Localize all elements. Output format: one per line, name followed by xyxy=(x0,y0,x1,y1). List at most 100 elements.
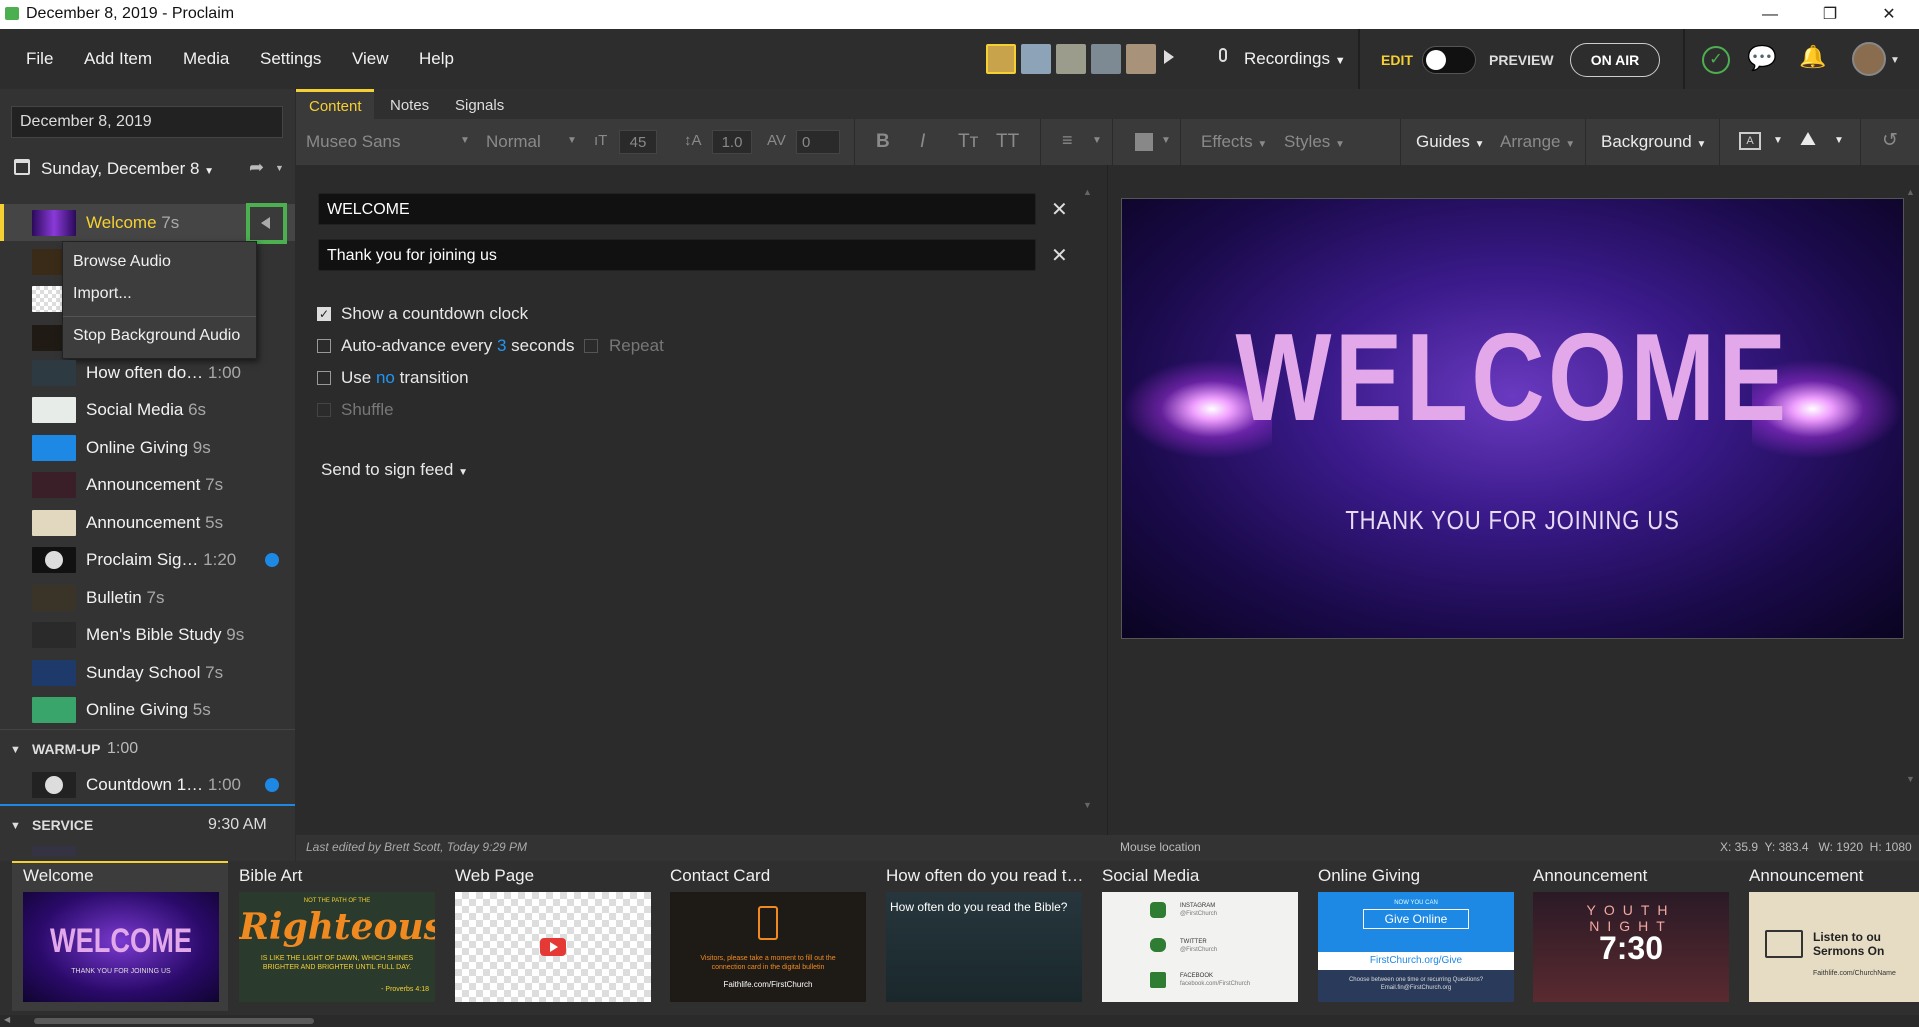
background-dropdown[interactable]: Background ▼ xyxy=(1601,132,1706,152)
scroll-left-icon[interactable]: ◀ xyxy=(4,1015,10,1024)
recordings-dropdown[interactable]: Recordings ▼ xyxy=(1244,49,1346,69)
caret-down-icon[interactable]: ▼ xyxy=(1890,55,1900,66)
presenter-avatar[interactable] xyxy=(986,44,1016,74)
transition-type-link[interactable]: no xyxy=(376,368,395,387)
font-family-select[interactable]: Museo Sans xyxy=(306,132,401,152)
shuffle-checkbox[interactable] xyxy=(317,403,331,417)
repeat-checkbox[interactable] xyxy=(584,339,598,353)
send-to-sign-feed-dropdown[interactable]: Send to sign feed ▼ xyxy=(321,460,468,480)
list-item[interactable]: Online Giving 9s xyxy=(0,429,295,466)
user-avatar[interactable] xyxy=(1852,42,1886,76)
filmstrip-thumb[interactable] xyxy=(455,892,651,1002)
on-air-button[interactable]: ON AIR xyxy=(1570,43,1660,77)
date-input[interactable]: December 8, 2019 xyxy=(11,106,283,138)
all-caps-button[interactable]: TT xyxy=(996,131,1019,153)
filmstrip-thumb[interactable]: Listen to ou Sermons On Faithlife.com/Ch… xyxy=(1749,892,1919,1002)
scroll-up-icon[interactable]: ▲ xyxy=(1083,187,1092,197)
list-item[interactable]: Bulletin 7s xyxy=(0,579,295,616)
slide-preview-canvas[interactable]: WELCOME THANK YOU FOR JOINING US xyxy=(1121,198,1904,639)
scroll-down-icon[interactable]: ▼ xyxy=(1083,800,1092,810)
menu-settings[interactable]: Settings xyxy=(260,49,321,69)
presenter-avatar[interactable] xyxy=(1091,44,1121,74)
chat-icon[interactable]: 💬 xyxy=(1747,44,1777,73)
list-item[interactable]: Countdown 1… 1:00 xyxy=(0,766,295,803)
presenter-avatar[interactable] xyxy=(1021,44,1051,74)
small-caps-button[interactable]: Tт xyxy=(958,131,978,153)
list-item[interactable]: Proclaim Sig… 1:20 xyxy=(0,541,295,578)
menu-add-item[interactable]: Add Item xyxy=(84,49,152,69)
auto-advance-seconds-link[interactable]: 3 xyxy=(497,336,506,355)
caret-down-icon[interactable]: ▼ xyxy=(1773,135,1783,146)
filmstrip-thumb[interactable]: NOW YOU CAN Give Online FirstChurch.org/… xyxy=(1318,892,1514,1002)
tab-signals[interactable]: Signals xyxy=(455,97,504,114)
caret-down-icon[interactable]: ▼ xyxy=(275,163,284,173)
section-service[interactable]: SERVICE xyxy=(32,817,93,833)
filmstrip-thumb[interactable]: Visitors, please take a moment to fill o… xyxy=(670,892,866,1002)
countdown-checkbox[interactable]: ✓ xyxy=(317,307,331,321)
service-date-dropdown[interactable]: Sunday, December 8 ▼ xyxy=(41,159,214,179)
color-swatch[interactable] xyxy=(1135,133,1153,151)
scrollbar-thumb[interactable] xyxy=(34,1018,314,1024)
play-icon[interactable] xyxy=(1164,50,1174,64)
audio-button[interactable] xyxy=(246,203,287,244)
text-box-icon[interactable]: A xyxy=(1739,132,1761,150)
collapse-icon[interactable]: ▼ xyxy=(10,820,21,832)
menu-item-browse-audio[interactable]: Browse Audio xyxy=(73,253,171,271)
auto-advance-checkbox[interactable] xyxy=(317,339,331,353)
bell-icon[interactable]: 🔔 xyxy=(1799,44,1826,70)
font-weight-select[interactable]: Normal xyxy=(486,132,541,152)
menu-media[interactable]: Media xyxy=(183,49,229,69)
tab-content[interactable]: Content xyxy=(296,89,374,119)
thumb-subtitle: THANK YOU FOR JOINING US xyxy=(71,968,171,975)
filmstrip-scrollbar[interactable]: ◀ xyxy=(0,1015,1919,1027)
minimize-button[interactable]: — xyxy=(1740,0,1800,29)
list-item[interactable]: Social Media 6s xyxy=(0,391,295,428)
list-item[interactable]: Announcement 7s xyxy=(0,466,295,503)
letter-spacing-input[interactable]: 0 xyxy=(796,130,840,154)
arrange-dropdown[interactable]: Arrange ▼ xyxy=(1500,132,1575,152)
menu-help[interactable]: Help xyxy=(419,49,454,69)
caret-down-icon[interactable]: ▼ xyxy=(1834,135,1844,146)
presenter-avatar[interactable] xyxy=(1126,44,1156,74)
menu-file[interactable]: File xyxy=(26,49,53,69)
transition-checkbox[interactable] xyxy=(317,371,331,385)
list-item[interactable]: Announcement 5s xyxy=(0,504,295,541)
bold-button[interactable]: B xyxy=(876,131,890,153)
edit-preview-toggle[interactable] xyxy=(1422,46,1476,74)
text-line-1-input[interactable]: WELCOME xyxy=(318,193,1036,225)
menu-item-import[interactable]: Import... xyxy=(73,285,132,303)
clear-line-1-icon[interactable]: ✕ xyxy=(1051,197,1068,222)
scroll-down-icon[interactable]: ▼ xyxy=(1906,774,1915,784)
menu-view[interactable]: View xyxy=(352,49,389,69)
scroll-up-icon[interactable]: ▲ xyxy=(1906,187,1915,197)
font-size-input[interactable]: 45 xyxy=(619,130,657,154)
filmstrip-thumb[interactable]: How often do you read the Bible? xyxy=(886,892,1082,1002)
line-height-input[interactable]: 1.0 xyxy=(712,130,752,154)
restore-button[interactable]: ❐ xyxy=(1800,0,1860,29)
filmstrip-thumb[interactable]: NOT THE PATH OF THE Righteous IS LIKE TH… xyxy=(239,892,435,1002)
check-circle-icon[interactable]: ✓ xyxy=(1702,46,1730,74)
menu-item-stop-background-audio[interactable]: Stop Background Audio xyxy=(73,327,240,345)
text-line-2-input[interactable]: Thank you for joining us xyxy=(318,239,1036,271)
clear-line-2-icon[interactable]: ✕ xyxy=(1051,243,1068,268)
effects-dropdown[interactable]: Effects ▼ xyxy=(1201,132,1267,152)
undo-icon[interactable]: ↺ xyxy=(1882,129,1898,152)
filmstrip-thumb[interactable]: INSTAGRAM @FirstChurch TWITTER @FirstChu… xyxy=(1102,892,1298,1002)
filmstrip-thumb[interactable]: WELCOME THANK YOU FOR JOINING US xyxy=(23,892,219,1002)
list-item[interactable]: How often do… 1:00 xyxy=(0,354,295,391)
guides-dropdown[interactable]: Guides ▼ xyxy=(1416,132,1485,152)
close-button[interactable]: ✕ xyxy=(1859,0,1919,29)
filmstrip-thumb[interactable]: YOUTH NIGHT 7:30 xyxy=(1533,892,1729,1002)
section-warm-up[interactable]: WARM-UP xyxy=(32,741,100,757)
list-item[interactable]: Men's Bible Study 9s xyxy=(0,616,295,653)
share-icon[interactable]: ➦ xyxy=(249,157,264,178)
image-icon[interactable]: ⛰ xyxy=(1800,129,1816,151)
list-item[interactable]: Online Giving 5s xyxy=(0,691,295,728)
italic-button[interactable]: I xyxy=(920,131,925,153)
presenter-avatar[interactable] xyxy=(1056,44,1086,74)
list-item[interactable]: Sunday School 7s xyxy=(0,654,295,691)
styles-dropdown[interactable]: Styles ▼ xyxy=(1284,132,1345,152)
collapse-icon[interactable]: ▼ xyxy=(10,744,21,756)
tab-notes[interactable]: Notes xyxy=(390,97,429,114)
align-icon[interactable]: ≡ xyxy=(1062,130,1073,151)
